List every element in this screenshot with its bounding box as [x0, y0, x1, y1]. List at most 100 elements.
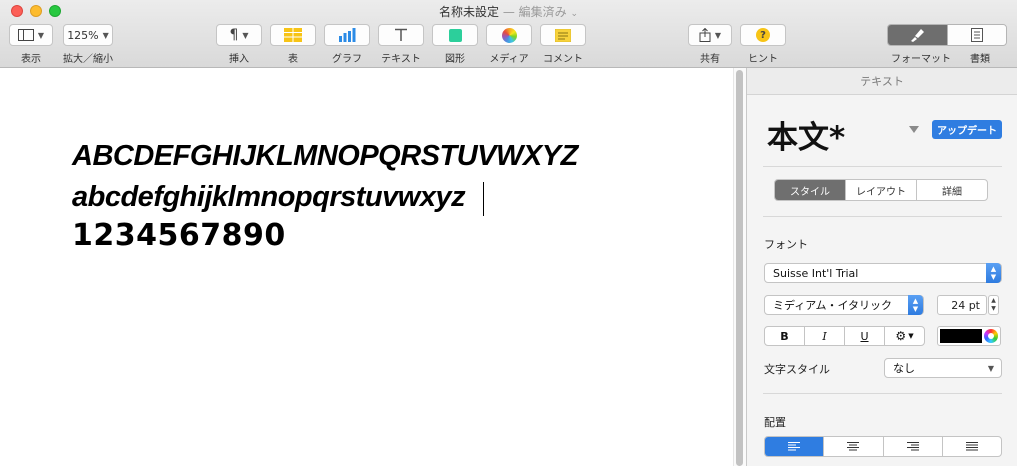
- text-label: テキスト: [381, 54, 421, 65]
- underline-button[interactable]: U: [844, 327, 884, 345]
- chevron-down-icon: ▼: [242, 30, 249, 40]
- text-cursor: [483, 182, 484, 216]
- color-wheel-icon[interactable]: [984, 329, 998, 343]
- chevron-down-icon: ▼: [714, 30, 722, 40]
- chart-label: グラフ: [332, 54, 362, 65]
- body-text-line[interactable]: ABCDEFGHIJKLMNOPQRSTUVWXYZ: [72, 140, 578, 173]
- divider: [763, 393, 1002, 394]
- chevron-down-icon: ▼: [37, 30, 45, 40]
- text-options-button[interactable]: ⚙ ▼: [884, 327, 924, 345]
- font-family-value: Suisse Int'l Trial: [773, 266, 859, 280]
- document-name: 名称未設定: [438, 5, 499, 19]
- zoom-select[interactable]: 125% ▼: [63, 24, 113, 46]
- paintbrush-icon: [911, 29, 925, 42]
- insert-label: 挿入: [229, 54, 249, 65]
- body-text-line[interactable]: abcdefghijklmnopqrstuvwxyz: [72, 181, 466, 214]
- text-box-button[interactable]: [378, 24, 424, 46]
- window-toolbar: 名称未設定 — 編集済み ⌄ ▼ 表示 125% ▼ 拡大／縮小 ¶ ▼ 挿入 …: [0, 0, 1017, 68]
- document-label: 書類: [970, 54, 990, 65]
- scrollbar-thumb[interactable]: [736, 70, 743, 466]
- text-t-icon: [395, 28, 407, 41]
- chevron-down-icon[interactable]: [909, 126, 919, 133]
- updown-arrows-icon: ▲ ▼: [986, 263, 1001, 283]
- tab-layout[interactable]: レイアウト: [845, 180, 916, 200]
- inspector-tabs: スタイル レイアウト 詳細: [774, 179, 988, 201]
- align-left-icon: [788, 442, 801, 451]
- font-size-field[interactable]: 24 pt: [937, 295, 987, 315]
- comment-button[interactable]: [540, 24, 586, 46]
- chevron-down-icon: ▼: [987, 363, 994, 373]
- divider: [763, 216, 1002, 217]
- zoom-value: 125%: [67, 28, 99, 42]
- help-question-icon: ?: [756, 28, 770, 42]
- view-button[interactable]: ▼: [9, 24, 53, 46]
- shape-square-icon: [448, 28, 462, 42]
- share-label: 共有: [700, 54, 720, 65]
- chevron-down-icon: ▼: [102, 30, 109, 40]
- table-label: 表: [288, 54, 298, 65]
- table-icon: [284, 28, 302, 42]
- format-label: フォーマット: [891, 54, 951, 65]
- char-style-select[interactable]: なし ▼: [884, 358, 1002, 378]
- align-right-icon: [906, 442, 919, 451]
- font-family-select[interactable]: Suisse Int'l Trial ▲ ▼: [764, 263, 1002, 283]
- chevron-down-icon: ▼: [908, 332, 914, 340]
- alignment-buttons: [764, 436, 1002, 457]
- char-style-label: 文字スタイル: [764, 363, 830, 376]
- typeface-select[interactable]: ミディアム・イタリック ▲ ▼: [764, 295, 924, 315]
- updown-arrows-icon: ▲ ▼: [908, 295, 923, 315]
- tips-label: ヒント: [748, 54, 778, 65]
- paragraph-style-name[interactable]: 本文*: [767, 112, 845, 157]
- format-button[interactable]: [888, 25, 947, 45]
- table-button[interactable]: [270, 24, 316, 46]
- tab-more[interactable]: 詳細: [916, 180, 987, 200]
- window-title[interactable]: 名称未設定 — 編集済み ⌄: [0, 3, 1017, 20]
- char-style-value: なし: [893, 362, 915, 375]
- photos-flower-icon: [501, 27, 517, 43]
- inspector-title: テキスト: [747, 68, 1017, 95]
- sidebar-icon: [17, 29, 34, 41]
- insert-button[interactable]: ¶ ▼: [216, 24, 262, 46]
- align-left-button[interactable]: [765, 437, 824, 456]
- share-icon: [699, 28, 711, 42]
- comment-note-icon: [555, 28, 571, 42]
- chart-button[interactable]: [324, 24, 370, 46]
- body-text-line[interactable]: 1234567890: [72, 218, 286, 253]
- alignment-section-label: 配置: [764, 416, 786, 429]
- align-justify-button[interactable]: [941, 437, 1001, 456]
- view-label: 表示: [21, 54, 41, 65]
- typeface-value: ミディアム・イタリック: [773, 299, 893, 312]
- format-inspector: テキスト 本文* アップデート スタイル レイアウト 詳細 フォント Suiss…: [746, 68, 1017, 466]
- media-button[interactable]: [486, 24, 532, 46]
- bold-button[interactable]: B: [765, 327, 804, 345]
- text-color-well[interactable]: [937, 326, 1001, 346]
- shape-button[interactable]: [432, 24, 478, 46]
- inspector-toggle-group: [887, 24, 1007, 46]
- comment-label: コメント: [543, 54, 583, 65]
- text-style-buttons: B I U ⚙ ▼: [764, 326, 925, 346]
- pilcrow-icon: ¶: [229, 27, 239, 43]
- chevron-down-icon: ⌄: [570, 9, 579, 19]
- document-status: — 編集済み: [502, 5, 567, 19]
- gear-icon: ⚙: [895, 329, 907, 343]
- tab-style[interactable]: スタイル: [775, 180, 845, 200]
- document-icon: [970, 28, 983, 42]
- color-swatch: [940, 329, 982, 343]
- shape-label: 図形: [445, 54, 465, 65]
- align-right-button[interactable]: [882, 437, 942, 456]
- bar-chart-icon: [339, 28, 356, 42]
- font-section-label: フォント: [764, 238, 808, 251]
- font-size-stepper[interactable]: ▲ ▼: [988, 295, 999, 315]
- divider: [763, 166, 1002, 167]
- document-button[interactable]: [946, 25, 1006, 45]
- tips-button[interactable]: ?: [740, 24, 786, 46]
- zoom-label: 拡大／縮小: [63, 54, 113, 65]
- document-canvas[interactable]: [0, 68, 746, 466]
- align-center-icon: [847, 442, 860, 451]
- align-justify-icon: [965, 442, 978, 451]
- italic-button[interactable]: I: [804, 327, 844, 345]
- update-style-button[interactable]: アップデート: [932, 120, 1002, 139]
- align-center-button[interactable]: [823, 437, 882, 456]
- media-label: メディア: [489, 54, 529, 65]
- share-button[interactable]: ▼: [688, 24, 732, 46]
